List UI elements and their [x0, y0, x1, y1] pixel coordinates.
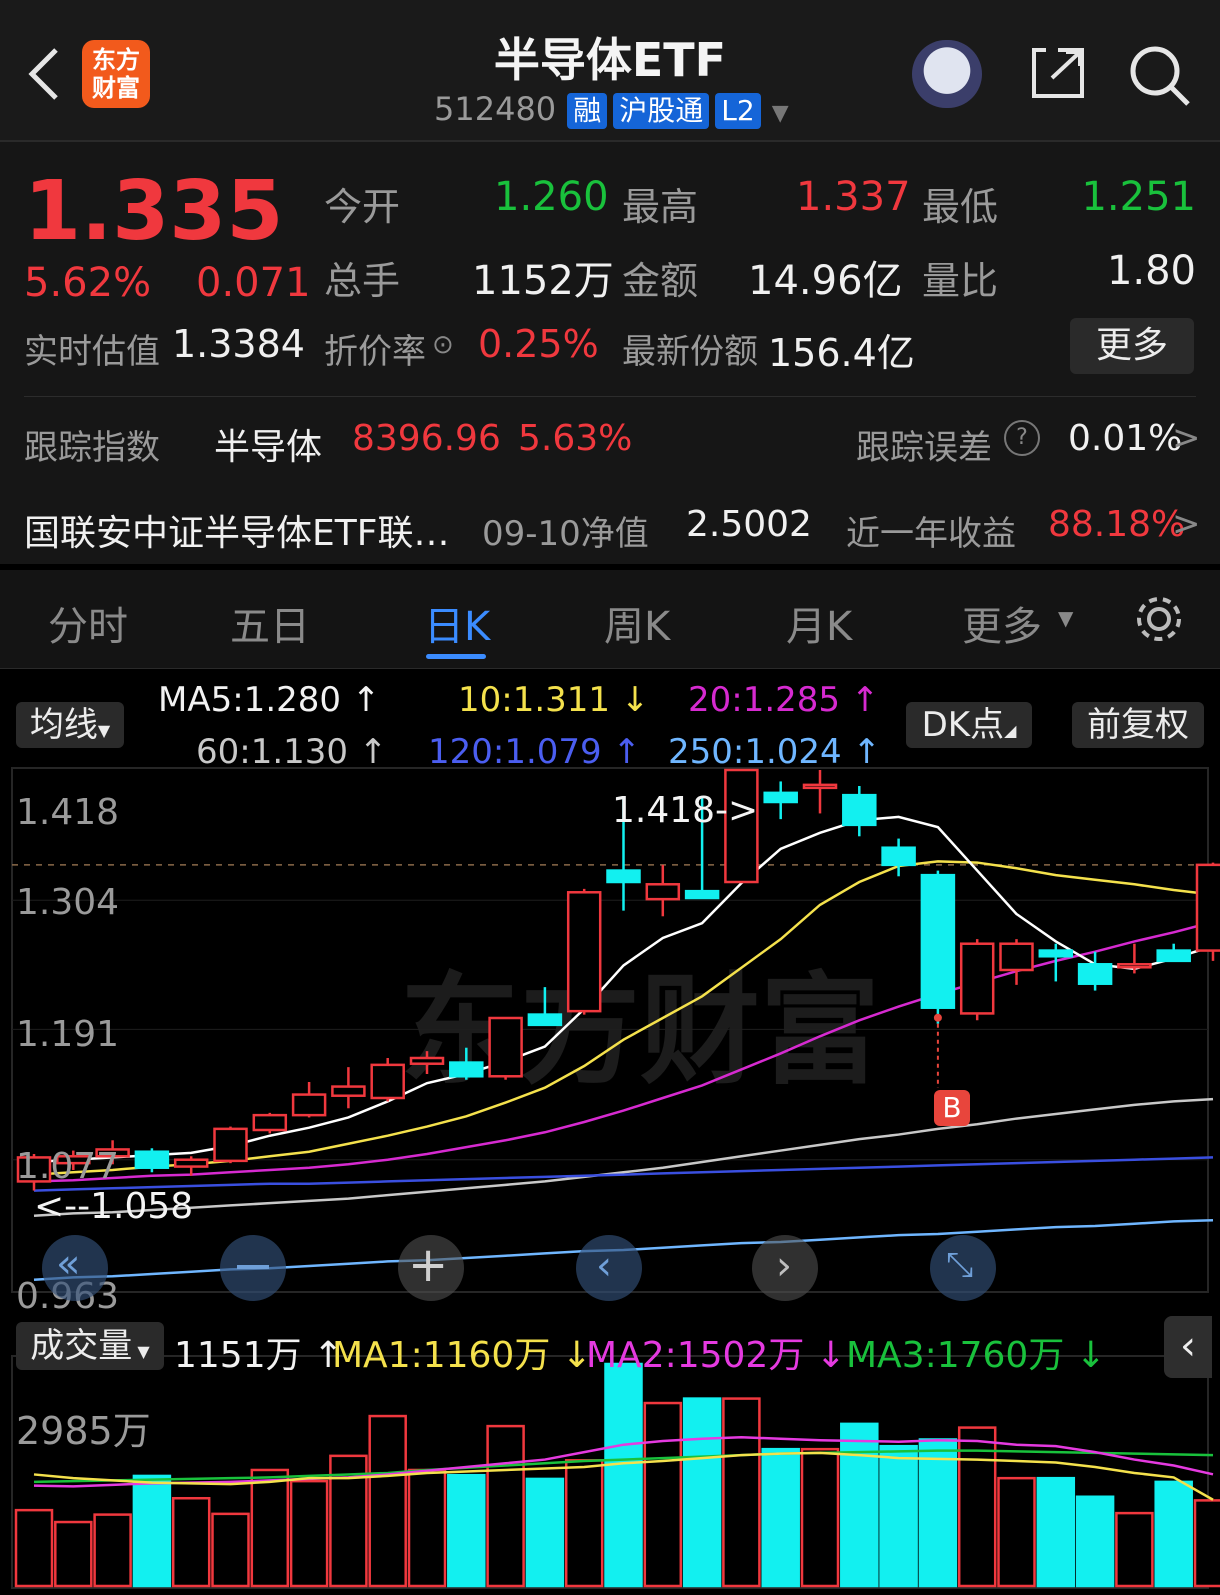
candle-body: [409, 1056, 445, 1065]
candle-body: [802, 783, 838, 790]
candle-body: [1038, 949, 1074, 958]
volume-bar: [761, 1447, 800, 1588]
candle-body: [173, 1158, 209, 1168]
arrow-down-icon: ↓: [815, 1335, 846, 1376]
zoom-in-button[interactable]: +: [398, 1235, 464, 1301]
candle-body: [999, 942, 1034, 972]
candle-body: [134, 1150, 170, 1169]
volume-bar: [14, 1508, 54, 1588]
chevron-left-icon: ‹: [1180, 1323, 1196, 1369]
volume-bar: [918, 1438, 958, 1588]
fullscreen-button[interactable]: ⤡: [930, 1235, 996, 1301]
buy-marker[interactable]: B: [934, 1090, 970, 1126]
candle-body: [606, 869, 641, 884]
volume-selector[interactable]: 成交量 ▼: [16, 1322, 164, 1370]
arrow-down-icon: ↓: [1075, 1335, 1106, 1376]
volume-bar: [564, 1459, 604, 1588]
volume-bar: [250, 1468, 290, 1588]
plus-icon: +: [408, 1237, 449, 1293]
candle-body: [1195, 863, 1220, 952]
volume-bar: [1075, 1495, 1115, 1588]
volume-bar: [1036, 1476, 1076, 1588]
candle-body: [370, 1063, 405, 1100]
volume-current-value: 1151万: [174, 1335, 302, 1376]
vol-ma1-label: MA1:1160万: [332, 1335, 551, 1376]
zoom-out-button[interactable]: [220, 1235, 286, 1301]
candle-body: [959, 942, 995, 1015]
candle-body: [1077, 963, 1113, 985]
volume-bar: [93, 1513, 132, 1588]
volume-bar: [132, 1474, 172, 1588]
volume-bar: [643, 1401, 683, 1588]
candle-body: [1156, 949, 1191, 963]
volume-y-tick: 2985万: [16, 1409, 151, 1453]
y-tick-2: 1.304: [16, 882, 120, 923]
volume-bar: [879, 1444, 918, 1588]
candle-body: [449, 1061, 484, 1078]
vol-ma3: MA3:1760万 ↓: [846, 1326, 1106, 1378]
vol-ma1: MA1:1160万 ↓: [332, 1326, 592, 1378]
max-price-label: 1.418->: [612, 790, 759, 831]
candle-body: [763, 791, 798, 804]
min-price-label: <--1.058: [34, 1186, 194, 1227]
volume-bar: [997, 1476, 1036, 1588]
volume-bar: [407, 1468, 447, 1588]
volume-bar: [368, 1414, 407, 1588]
volume-selector-label: 成交量: [30, 1326, 133, 1366]
volume-bar: [289, 1479, 329, 1588]
volume-bar: [171, 1496, 211, 1588]
volume-bar: [54, 1520, 93, 1588]
candle-body: [881, 846, 916, 867]
volume-current: 1151万 ↑: [174, 1326, 343, 1378]
candle-body: [1117, 963, 1152, 969]
volume-bar: [525, 1477, 565, 1588]
double-chevron-left-icon: «: [56, 1241, 81, 1287]
volume-bar: [800, 1447, 840, 1588]
candle-body: [331, 1085, 366, 1097]
ma60-line: [33, 1097, 1214, 1217]
scroll-to-start-button[interactable]: «: [42, 1235, 108, 1301]
candle-body: [645, 883, 681, 901]
candle-body: [488, 1016, 523, 1078]
vol-ma2: MA2:1502万 ↓: [586, 1326, 846, 1378]
volume-bar: [722, 1397, 761, 1588]
volume-bar: [682, 1397, 722, 1588]
volume-bar: [840, 1422, 879, 1588]
candle-body: [527, 1013, 563, 1027]
candle-body: [213, 1127, 248, 1163]
chevron-right-icon: ›: [776, 1243, 792, 1289]
vol-ma3-label: MA3:1760万: [846, 1335, 1065, 1376]
volume-bar: [1154, 1480, 1193, 1588]
chevron-left-icon: ‹: [596, 1243, 612, 1289]
candle-body: [566, 891, 602, 1013]
dropdown-icon: ▼: [132, 1342, 150, 1361]
volume-bar: [1193, 1499, 1220, 1588]
volume-bar: [486, 1424, 525, 1588]
collapse-panel-button[interactable]: ‹: [1164, 1316, 1212, 1378]
candle-body: [291, 1093, 327, 1117]
scroll-left-button[interactable]: ‹: [576, 1235, 642, 1301]
scroll-right-button[interactable]: ›: [752, 1235, 818, 1301]
volume-bar: [447, 1473, 486, 1588]
minus-icon: [237, 1265, 269, 1269]
volume-bar: [604, 1362, 643, 1588]
volume-bar: [211, 1512, 250, 1588]
y-tick-3: 1.191: [16, 1014, 120, 1055]
volume-bar: [1115, 1511, 1154, 1588]
vol-ma2-label: MA2:1502万: [586, 1335, 805, 1376]
expand-icon: ⤡: [946, 1245, 974, 1285]
candle-body: [684, 889, 720, 900]
y-tick-1: 1.418: [16, 792, 120, 833]
y-tick-4: 1.077: [16, 1146, 120, 1187]
candle-body: [842, 793, 877, 827]
candle-body: [920, 873, 956, 1009]
candle-body: [252, 1113, 288, 1132]
buy-marker-dot: [933, 1013, 942, 1022]
